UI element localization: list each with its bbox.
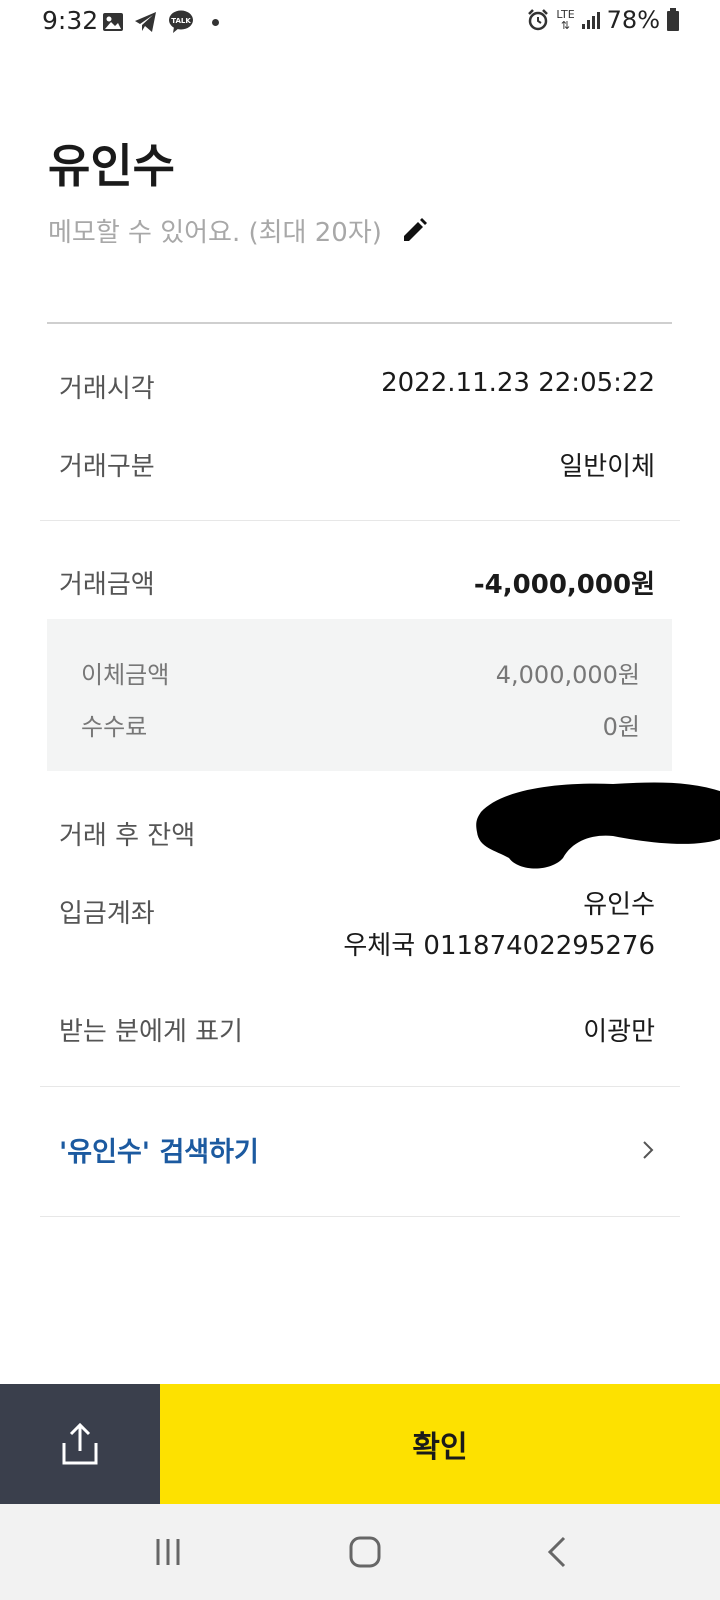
type-row: 거래구분 일반이체: [59, 446, 655, 483]
amount-breakdown: 이체금액 4,000,000원 수수료 0원: [47, 619, 672, 771]
transfer-amount-value: 4,000,000원: [495, 661, 640, 689]
amount-value: -4,000,000원: [473, 570, 655, 600]
fee-label: 수수료: [81, 713, 148, 741]
telegram-icon: [135, 12, 156, 32]
svg-text:TALK: TALK: [171, 17, 191, 25]
fee-row: 수수료 0원: [81, 707, 640, 742]
type-value: 일반이체: [559, 452, 655, 482]
status-right: LTE ⇅ 78%: [526, 6, 680, 34]
account-value: 유인수 우체국 01187402295276: [343, 885, 655, 967]
type-label: 거래구분: [59, 452, 155, 482]
section-divider-1: [40, 520, 680, 521]
transfer-amount-label: 이체금액: [81, 661, 170, 689]
account-number: 우체국 01187402295276: [343, 931, 655, 961]
time-row: 거래시각 2022.11.23 22:05:22: [59, 368, 655, 405]
talk-icon: TALK: [169, 10, 193, 33]
system-nav-bar: [0, 1504, 720, 1600]
redaction-scribble: [476, 782, 720, 869]
home-icon[interactable]: [348, 1535, 382, 1569]
memo-row[interactable]: 메모할 수 있어요. (최대 20자): [48, 212, 428, 249]
fee-value: 0원: [602, 713, 640, 741]
time-label: 거래시각: [59, 374, 155, 404]
balance-label: 거래 후 잔액: [59, 821, 196, 851]
header-divider: [47, 322, 672, 324]
back-icon[interactable]: [546, 1535, 568, 1569]
share-icon: [62, 1423, 98, 1465]
chevron-right-icon[interactable]: [641, 1139, 655, 1161]
amount-row: 거래금액 -4,000,000원: [59, 564, 655, 601]
pencil-icon[interactable]: [400, 217, 428, 245]
share-button[interactable]: [0, 1384, 160, 1504]
section-divider-2: [40, 1086, 680, 1087]
recipient-title: 유인수: [48, 139, 175, 193]
status-bar: 9:32 TALK LTE ⇅ 78%: [0, 0, 720, 46]
signal-icon: [581, 12, 600, 29]
confirm-button[interactable]: 확인: [160, 1384, 720, 1504]
network-label: LTE ⇅: [556, 9, 574, 31]
account-row: 입금계좌 유인수 우체국 01187402295276: [59, 890, 655, 967]
search-recipient-label[interactable]: '유인수' 검색하기: [59, 1130, 259, 1169]
battery-percent: 78%: [606, 6, 660, 34]
recipient-display-value: 이광만: [583, 1017, 655, 1047]
recent-apps-icon[interactable]: [152, 1536, 184, 1568]
notification-icons: TALK: [102, 10, 219, 34]
alarm-icon: [528, 9, 549, 31]
time-value: 2022.11.23 22:05:22: [381, 368, 655, 398]
network-arrows-icon: ⇅: [560, 19, 571, 32]
more-notifications-dot: [212, 18, 219, 26]
recipient-display-label: 받는 분에게 표기: [59, 1017, 243, 1047]
account-label: 입금계좌: [59, 899, 155, 929]
section-divider-3: [40, 1216, 680, 1217]
battery-icon: [667, 8, 679, 31]
gallery-icon: [103, 13, 123, 31]
account-name: 유인수: [583, 890, 655, 920]
status-time: 9:32: [42, 6, 99, 35]
amount-label: 거래금액: [59, 570, 155, 600]
recipient-display-row: 받는 분에게 표기 이광만: [59, 1011, 655, 1048]
search-recipient-link[interactable]: '유인수' 검색하기: [59, 1130, 655, 1169]
transfer-amount-row: 이체금액 4,000,000원: [81, 655, 640, 690]
memo-placeholder[interactable]: 메모할 수 있어요. (최대 20자): [48, 212, 382, 249]
